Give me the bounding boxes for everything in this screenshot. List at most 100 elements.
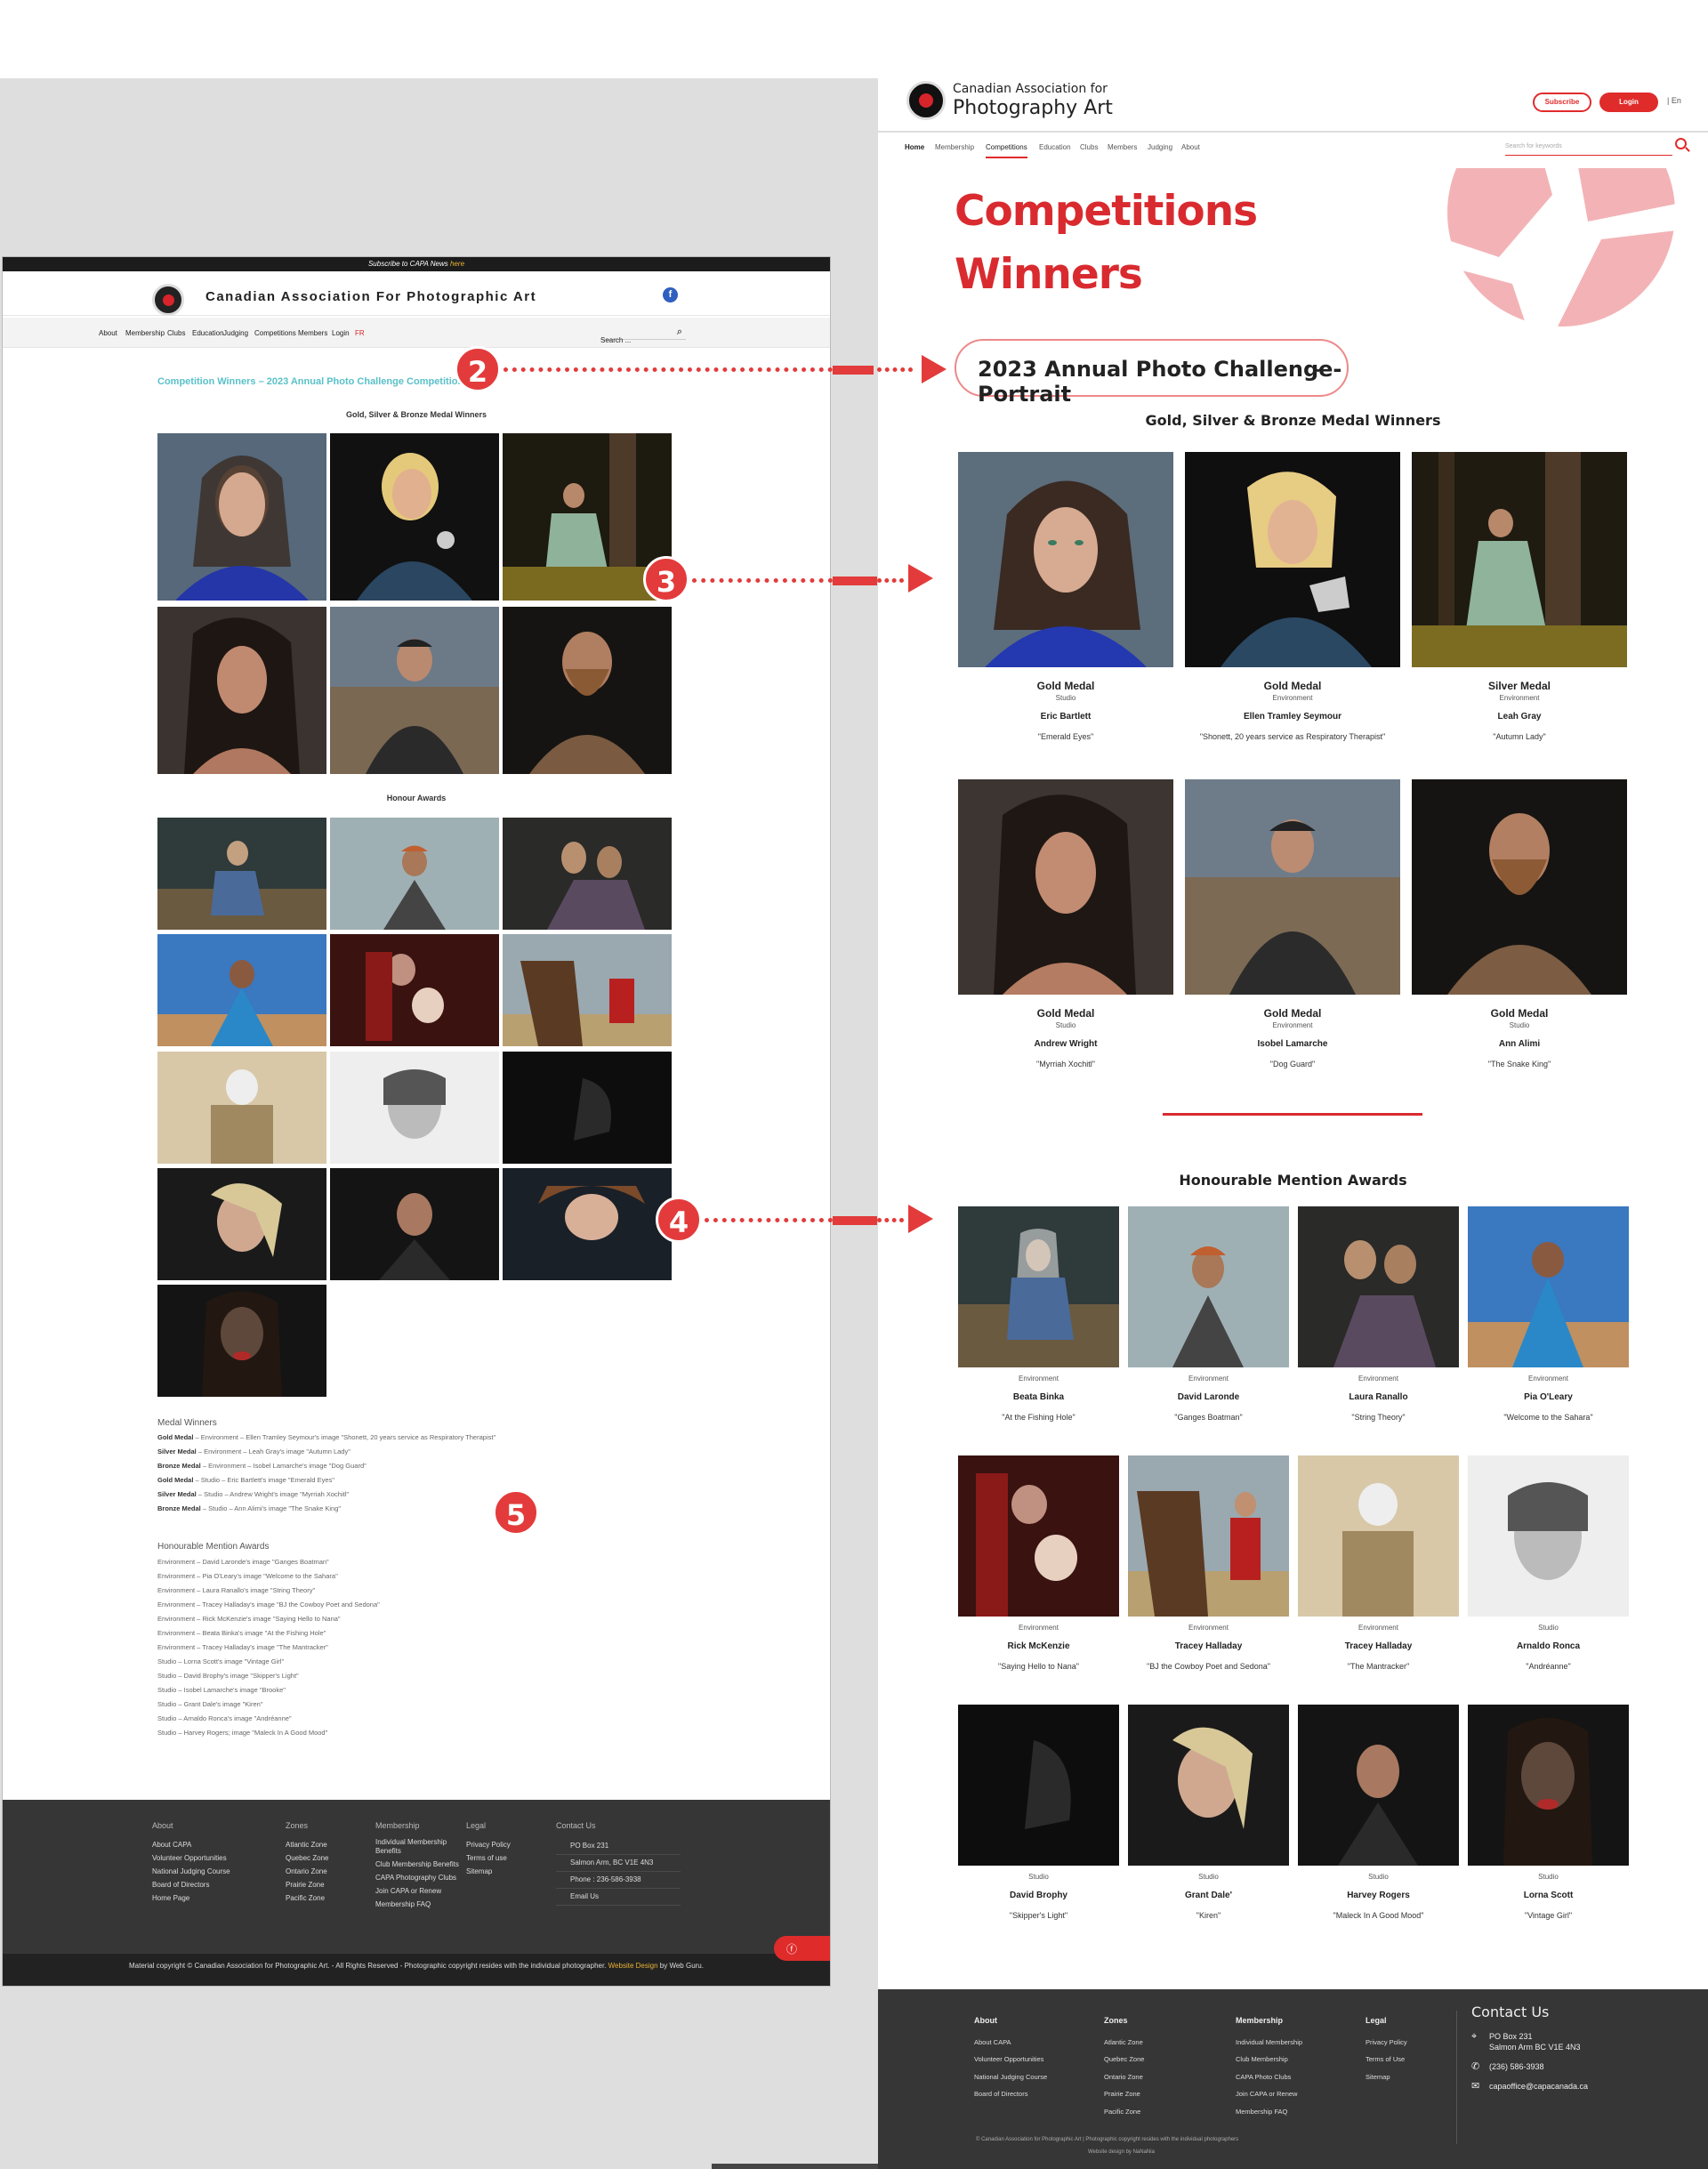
old-honour-image-5[interactable] xyxy=(330,934,499,1046)
footer-link[interactable]: Volunteer Opportunities xyxy=(974,2051,1047,2068)
footer-link[interactable]: Atlantic Zone xyxy=(286,1838,366,1851)
capa-logo-icon[interactable] xyxy=(906,81,946,120)
subscribe-link[interactable]: here xyxy=(450,260,464,268)
facebook-icon[interactable]: f xyxy=(663,287,678,302)
honour-image-1[interactable] xyxy=(958,1206,1119,1367)
footer-link[interactable]: Sitemap xyxy=(466,1865,546,1878)
footer-link[interactable]: About CAPA xyxy=(152,1838,286,1851)
footer-link[interactable]: Terms of Use xyxy=(1366,2051,1407,2068)
search-icon[interactable] xyxy=(1675,138,1687,149)
footer-email[interactable]: Email Us xyxy=(556,1889,681,1906)
medal-image-1[interactable] xyxy=(958,452,1173,667)
old-search-input[interactable]: Search ... ⌕ xyxy=(600,325,686,344)
old-nav-login[interactable]: Login xyxy=(332,329,350,337)
honour-image-5[interactable] xyxy=(958,1455,1119,1617)
old-medal-image-6[interactable] xyxy=(503,607,672,774)
footer-link[interactable]: Club Membership Benefits xyxy=(375,1860,460,1869)
footer-link[interactable]: Home Page xyxy=(152,1891,286,1905)
footer-link[interactable]: Board of Directors xyxy=(974,2085,1047,2103)
medal-image-4[interactable] xyxy=(958,779,1173,995)
old-nav-competitions[interactable]: Competitions xyxy=(254,329,296,337)
search-icon[interactable]: ⌕ xyxy=(677,327,682,338)
old-medal-image-5[interactable] xyxy=(330,607,499,774)
old-honour-image-11[interactable] xyxy=(330,1168,499,1280)
old-honour-image-10[interactable] xyxy=(157,1168,326,1280)
honour-image-3[interactable] xyxy=(1298,1206,1459,1367)
nav-judging[interactable]: Judging xyxy=(1148,143,1172,151)
footer-link[interactable]: Sitemap xyxy=(1366,2068,1407,2086)
footer-link[interactable]: Prairie Zone xyxy=(1104,2085,1144,2103)
old-nav-about[interactable]: About xyxy=(99,329,117,337)
competition-select[interactable]: 2023 Annual Photo Challenge-Portrait ⌄ xyxy=(955,339,1349,407)
honour-image-11[interactable] xyxy=(1298,1705,1459,1866)
honour-image-6[interactable] xyxy=(1128,1455,1289,1617)
footer-link[interactable]: Quebec Zone xyxy=(1104,2051,1144,2068)
footer-link[interactable]: Atlantic Zone xyxy=(1104,2034,1144,2052)
honour-image-10[interactable] xyxy=(1128,1705,1289,1866)
footer-link[interactable]: Ontario Zone xyxy=(1104,2068,1144,2086)
facebook-tab-icon[interactable]: ⓕ xyxy=(774,1936,830,1961)
old-nav-fr[interactable]: FR xyxy=(355,329,365,337)
old-nav-membership[interactable]: Membership xyxy=(125,329,165,337)
footer-link[interactable]: Quebec Zone xyxy=(286,1851,366,1865)
footer-link[interactable]: Join CAPA or Renew xyxy=(1236,2085,1302,2103)
footer-link[interactable]: Board of Directors xyxy=(152,1878,286,1891)
old-honour-image-4[interactable] xyxy=(157,934,326,1046)
footer-link[interactable]: Ontario Zone xyxy=(286,1865,366,1878)
footer-link[interactable]: National Judging Course xyxy=(152,1865,286,1878)
subscribe-button[interactable]: Subscribe xyxy=(1533,93,1591,112)
old-honour-image-2[interactable] xyxy=(330,818,499,930)
old-honour-image-1[interactable] xyxy=(157,818,326,930)
medal-image-2[interactable] xyxy=(1185,452,1400,667)
footer-link[interactable]: Join CAPA or Renew xyxy=(375,1887,460,1896)
honour-image-8[interactable] xyxy=(1468,1455,1629,1617)
old-honour-image-6[interactable] xyxy=(503,934,672,1046)
footer-link[interactable]: Individual Membership xyxy=(1236,2034,1302,2052)
footer-link[interactable]: Terms of use xyxy=(466,1851,546,1865)
honour-image-7[interactable] xyxy=(1298,1455,1459,1617)
old-nav-education[interactable]: Education xyxy=(192,329,224,337)
old-medal-image-2[interactable] xyxy=(330,433,499,601)
nav-clubs[interactable]: Clubs xyxy=(1080,143,1098,151)
website-design-link[interactable]: Website Design xyxy=(608,1962,658,1970)
medal-image-3[interactable] xyxy=(1412,452,1627,667)
nav-membership[interactable]: Membership xyxy=(935,143,974,151)
old-medal-image-1[interactable] xyxy=(157,433,326,601)
footer-link[interactable]: Membership FAQ xyxy=(1236,2103,1302,2121)
old-nav-members[interactable]: Members xyxy=(298,329,327,337)
old-nav-clubs[interactable]: Clubs xyxy=(167,329,185,337)
footer-link[interactable]: About CAPA xyxy=(974,2034,1047,2052)
old-medal-image-4[interactable] xyxy=(157,607,326,774)
old-honour-image-12[interactable] xyxy=(503,1168,672,1280)
capa-logo-icon[interactable] xyxy=(152,284,184,316)
new-search-input[interactable]: Search for keywords xyxy=(1505,143,1672,156)
nav-members[interactable]: Members xyxy=(1108,143,1137,151)
footer-link[interactable]: Prairie Zone xyxy=(286,1878,366,1891)
old-brand[interactable]: Canadian Association For Photographic Ar… xyxy=(205,289,536,304)
old-honour-image-3[interactable] xyxy=(503,818,672,930)
footer-phone[interactable]: ✆ (236) 586-3938 xyxy=(1471,2061,1588,2072)
nav-home[interactable]: Home xyxy=(905,143,924,151)
footer-link[interactable]: Privacy Policy xyxy=(466,1838,546,1851)
footer-link[interactable]: CAPA Photography Clubs xyxy=(375,1874,460,1883)
old-honour-image-7[interactable] xyxy=(157,1052,326,1164)
medal-image-5[interactable] xyxy=(1185,779,1400,995)
footer-link[interactable]: Club Membership xyxy=(1236,2051,1302,2068)
footer-phone[interactable]: Phone : 236-586-3938 xyxy=(556,1872,681,1889)
old-honour-image-13[interactable] xyxy=(157,1285,326,1397)
medal-image-6[interactable] xyxy=(1412,779,1627,995)
footer-link[interactable]: Individual Membership Benefits xyxy=(375,1838,460,1856)
footer-link[interactable]: Privacy Policy xyxy=(1366,2034,1407,2052)
login-button[interactable]: Login xyxy=(1599,93,1658,112)
honour-image-9[interactable] xyxy=(958,1705,1119,1866)
footer-link[interactable]: Pacific Zone xyxy=(286,1891,366,1905)
footer-link[interactable]: Pacific Zone xyxy=(1104,2103,1144,2121)
footer-link[interactable]: National Judging Course xyxy=(974,2068,1047,2086)
nav-competitions[interactable]: Competitions xyxy=(986,143,1027,158)
honour-image-2[interactable] xyxy=(1128,1206,1289,1367)
old-nav-judging[interactable]: Judging xyxy=(223,329,248,337)
nav-education[interactable]: Education xyxy=(1039,143,1071,151)
old-honour-image-9[interactable] xyxy=(503,1052,672,1164)
language-toggle[interactable]: | En xyxy=(1667,96,1681,105)
footer-link[interactable]: CAPA Photo Clubs xyxy=(1236,2068,1302,2086)
